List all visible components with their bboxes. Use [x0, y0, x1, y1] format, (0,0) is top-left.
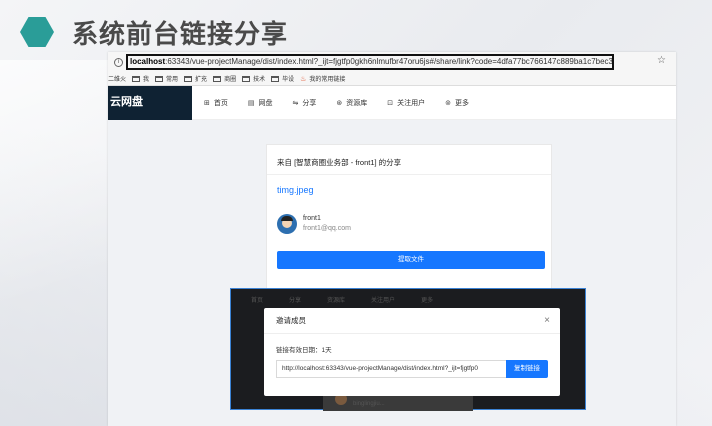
- avatar: [277, 214, 297, 234]
- sharer-email: front1@qq.com: [303, 225, 351, 232]
- bookmark-label: 常用: [166, 77, 179, 83]
- following-icon: ⊡: [387, 99, 394, 107]
- bookmark-item[interactable]: ♨ 我的常用链接: [300, 74, 346, 84]
- close-icon[interactable]: ×: [544, 315, 550, 326]
- folder-icon: [155, 75, 164, 82]
- url-input[interactable]: localhost:63343/vue-projectManage/dist/i…: [126, 54, 614, 70]
- app-navbar: 云网盘 ⊞ 首页 ▤ 网盘 ⇋ 分享 ⊛ 资源库 ⊡ 关注用户 ⊚ 更多: [108, 85, 676, 120]
- nav-label: 资源库: [346, 99, 368, 107]
- slide-title: 系统前台链接分享: [72, 19, 289, 50]
- nav-item-more[interactable]: ⊚ 更多: [445, 98, 469, 108]
- folder-icon: [184, 75, 193, 82]
- url-path: :63343/vue-projectManage/dist/index.html…: [165, 57, 614, 66]
- hexagon-icon: [20, 17, 54, 47]
- dimmed-nav-label: 资源库: [327, 298, 346, 304]
- bookmark-item[interactable]: 商圈: [213, 74, 236, 83]
- bookmark-label: 商圈: [224, 77, 237, 83]
- dimmed-navbar: 首页 分享 资源库 关注用户 更多: [231, 295, 587, 307]
- bookmark-item[interactable]: 常用: [155, 74, 178, 83]
- share-icon: ⇋: [292, 99, 299, 107]
- share-card-title: 来自 [智慧商圈业务部 - front1] 的分享: [267, 145, 551, 175]
- star-icon[interactable]: ☆: [657, 55, 666, 66]
- address-bar-row: i localhost:63343/vue-projectManage/dist…: [108, 52, 676, 72]
- folder-icon: [132, 75, 141, 82]
- bookmark-item[interactable]: 技术: [242, 74, 265, 83]
- nav-item-share[interactable]: ⇋ 分享: [293, 98, 317, 108]
- nav-label: 首页: [213, 99, 228, 107]
- share-card: 来自 [智慧商圈业务部 - front1] 的分享 timg.jpeg fron…: [266, 144, 552, 290]
- link-expiry-text: 链接有效日期：1天: [276, 347, 332, 354]
- dimmed-nav-label: 更多: [421, 298, 434, 304]
- file-link[interactable]: timg.jpeg: [267, 175, 551, 209]
- sharer-name: front1: [303, 215, 321, 222]
- nav-label: 关注用户: [397, 99, 426, 107]
- sharer-info: front1 front1@qq.com: [267, 209, 551, 239]
- nav-label: 网盘: [258, 99, 273, 107]
- dimmed-nav-label: 关注用户: [371, 298, 396, 304]
- folder-icon: [271, 75, 280, 82]
- bookmark-item[interactable]: 扩充: [184, 74, 207, 83]
- bookmark-item[interactable]: 我: [132, 74, 149, 83]
- bookmark-label: 毕设: [282, 77, 295, 83]
- home-icon: ⊞: [204, 99, 210, 107]
- bookmark-label: 技术: [253, 77, 266, 83]
- bookmark-label: 扩充: [195, 77, 208, 83]
- fire-icon: ♨: [300, 75, 307, 83]
- share-link-input[interactable]: http://localhost:63343/vue-projectManage…: [276, 360, 506, 378]
- nav-item-home[interactable]: ⊞ 首页: [204, 98, 228, 108]
- brand-logo[interactable]: 云网盘: [108, 85, 192, 120]
- bookmarks-bar: 二维火 我 常用 扩充 商圈 技术 毕设 ♨ 我的常用链接: [108, 72, 676, 86]
- bookmark-label: 我: [143, 77, 150, 83]
- bookmark-item[interactable]: 二维火: [108, 74, 126, 83]
- folder-icon: [242, 75, 251, 82]
- copy-link-button[interactable]: 复制链接: [506, 360, 548, 378]
- dimmed-nav-label: 首页: [251, 298, 264, 304]
- nav-label: 分享: [302, 99, 317, 107]
- more-icon: ⊚: [445, 99, 451, 107]
- nav-item-disk[interactable]: ▤ 网盘: [248, 98, 273, 108]
- slide-header: 系统前台链接分享: [20, 12, 288, 52]
- bookmark-label: 我的常用链接: [309, 77, 346, 83]
- dimmed-user-text: binglingjiu...: [353, 401, 385, 407]
- dialog-title: 邀请成员: [276, 316, 306, 325]
- browser-window: i localhost:63343/vue-projectManage/dist…: [108, 52, 676, 426]
- bookmark-label: 二维火: [108, 77, 127, 83]
- info-icon[interactable]: i: [114, 57, 123, 67]
- nav-item-library[interactable]: ⊛ 资源库: [336, 98, 367, 108]
- disk-icon: ▤: [247, 99, 255, 107]
- folder-icon: [213, 75, 222, 82]
- dimmed-nav-label: 分享: [289, 298, 302, 304]
- dialog-header: 邀请成员 ×: [264, 308, 560, 334]
- extract-file-button[interactable]: 提取文件: [277, 251, 545, 269]
- url-host: localhost: [130, 57, 166, 66]
- bookmark-item[interactable]: 毕设: [271, 74, 294, 83]
- share-link-row: http://localhost:63343/vue-projectManage…: [276, 360, 548, 378]
- nav-label: 更多: [455, 99, 469, 107]
- invite-member-dialog: 邀请成员 × 链接有效日期：1天 http://localhost:63343/…: [264, 308, 560, 396]
- nav-item-following[interactable]: ⊡ 关注用户: [387, 98, 425, 108]
- library-icon: ⊛: [336, 99, 343, 107]
